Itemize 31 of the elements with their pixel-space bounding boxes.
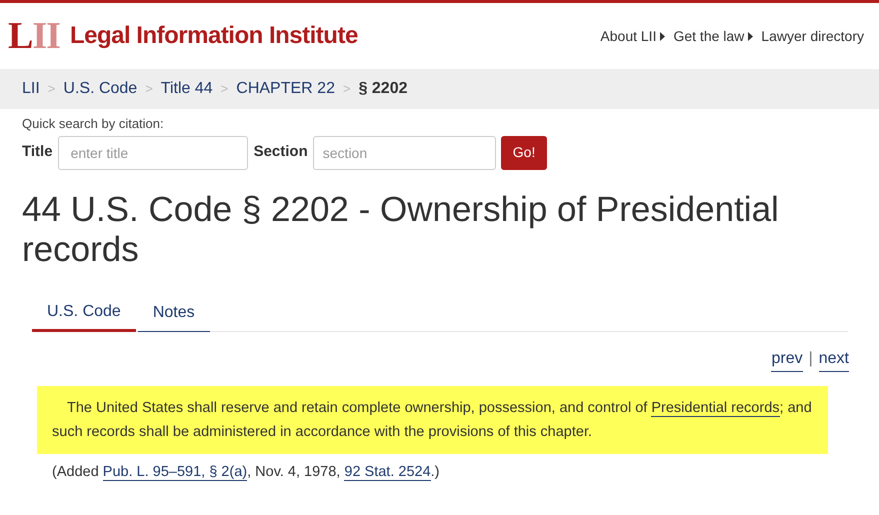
statute-link[interactable]: Presidential records [651, 400, 780, 416]
breadcrumb-separator: > [342, 80, 351, 98]
breadcrumb-link[interactable]: Title 44 [160, 77, 213, 101]
nav-link[interactable]: About LII [600, 26, 666, 46]
nav-link[interactable]: Lawyer directory [761, 26, 864, 46]
pager-separator: | [808, 349, 813, 369]
breadcrumb-link[interactable]: LII [22, 77, 40, 101]
breadcrumb-link[interactable]: § 2202 [358, 77, 408, 101]
breadcrumb-separator: > [48, 80, 56, 98]
quick-search-heading: Quick search by citation: [22, 115, 165, 133]
nav-link[interactable]: Get the law [673, 26, 754, 46]
site-name[interactable]: Legal Information Institute [70, 18, 358, 54]
prev-link[interactable]: prev [771, 346, 803, 372]
citation-link[interactable]: 92 Stat. 2524 [344, 464, 431, 480]
next-link[interactable]: next [818, 346, 849, 372]
source-note: (Added Pub. L. 95–591, § 2(a), Nov. 4, 1978, 92 Stat. 2524.) [52, 462, 440, 482]
tab[interactable]: U.S. Code [32, 296, 136, 332]
citation-link[interactable]: Pub. L. 95–591, § 2(a) [102, 464, 248, 480]
logo-mark[interactable]: LII [8, 17, 60, 55]
breadcrumb-separator: > [220, 80, 228, 98]
title-field[interactable]: enter title [58, 136, 248, 170]
breadcrumb-link[interactable]: CHAPTER 22 [236, 77, 335, 101]
title-label: Title [22, 142, 53, 162]
tab[interactable]: Notes [138, 296, 210, 332]
breadcrumb-link[interactable]: U.S. Code [63, 77, 138, 101]
breadcrumb-separator: > [145, 80, 153, 98]
go-button[interactable]: Go! [500, 136, 548, 170]
page-title: 44 U.S. Code § 2202 - Ownership of Presidential records [21, 190, 780, 270]
statute-text: The United States shall reserve and retain complete ownership, possession, and control of Presidential records; and such records shall be administered in accordance with the provisions of this chapter. [37, 386, 828, 454]
section-label: Section [254, 142, 308, 162]
section-field[interactable]: section [312, 136, 496, 170]
